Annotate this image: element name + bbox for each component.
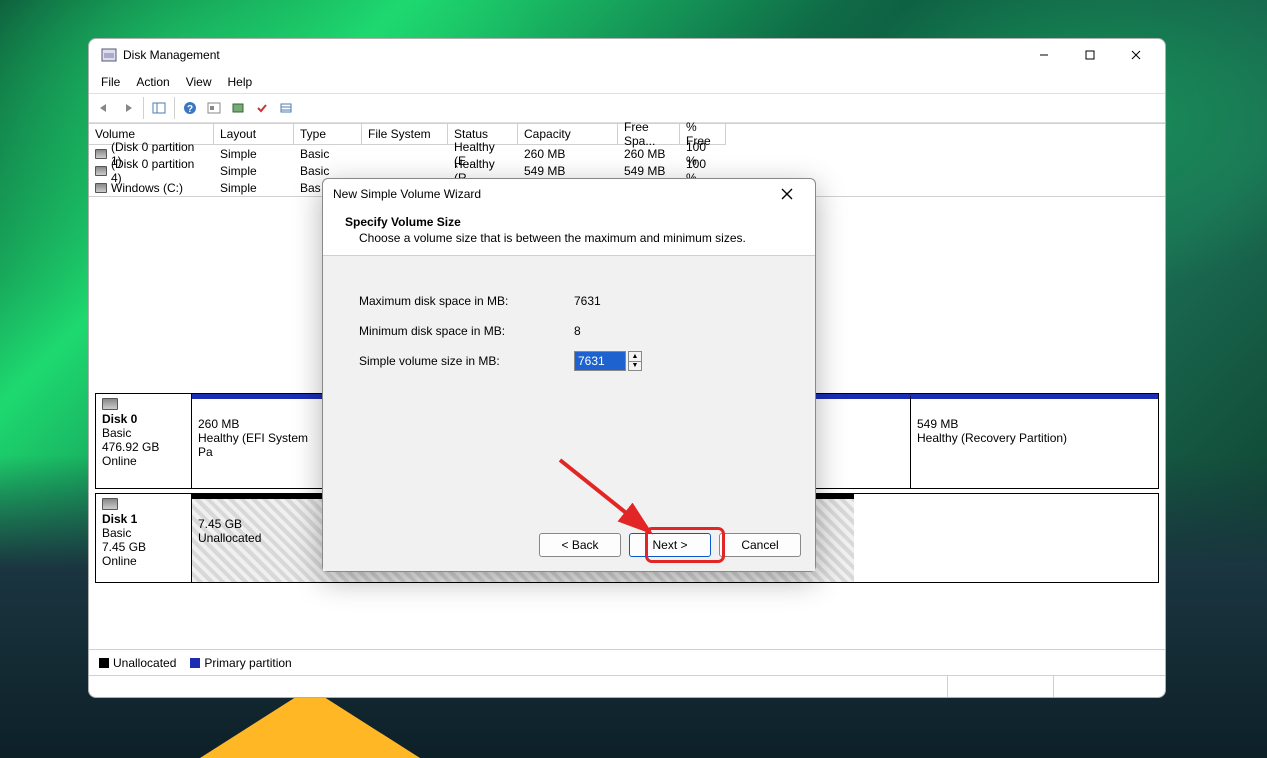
minimize-button[interactable]: [1021, 39, 1067, 71]
window-title: Disk Management: [123, 48, 1021, 62]
min-space-value: 8: [574, 324, 581, 338]
menu-help[interactable]: Help: [222, 74, 259, 90]
col-free[interactable]: Free Spa...: [618, 124, 680, 145]
wizard-heading: Specify Volume Size: [345, 215, 461, 229]
wallpaper-tent: [200, 688, 420, 758]
legend: Unallocated Primary partition: [89, 649, 1165, 675]
wizard-banner: Specify Volume Size Choose a volume size…: [323, 209, 815, 256]
drive-icon: [95, 166, 107, 176]
menu-file[interactable]: File: [95, 74, 126, 90]
disk-icon: [102, 498, 118, 510]
check-icon[interactable]: [251, 97, 273, 119]
volume-size-label: Simple volume size in MB:: [359, 354, 574, 368]
volume-size-input[interactable]: [574, 351, 626, 371]
wizard-subtitle: Choose a volume size that is between the…: [359, 231, 793, 245]
help-icon[interactable]: ?: [179, 97, 201, 119]
table-row[interactable]: (Disk 0 partition 1) Simple Basic Health…: [89, 145, 1165, 162]
wizard-close-button[interactable]: [769, 179, 805, 209]
disk1-label[interactable]: Disk 1 Basic 7.45 GB Online: [96, 494, 192, 582]
svg-text:?: ?: [187, 104, 193, 115]
close-button[interactable]: [1113, 39, 1159, 71]
min-space-label: Minimum disk space in MB:: [359, 324, 574, 338]
titlebar[interactable]: Disk Management: [89, 39, 1165, 71]
col-fs[interactable]: File System: [362, 124, 448, 145]
max-space-value: 7631: [574, 294, 601, 308]
wizard-title: New Simple Volume Wizard: [333, 187, 769, 201]
cancel-button[interactable]: Cancel: [719, 533, 801, 557]
disk0-partition4[interactable]: 549 MB Healthy (Recovery Partition): [910, 394, 1158, 488]
back-icon[interactable]: [93, 97, 115, 119]
new-simple-volume-wizard: New Simple Volume Wizard Specify Volume …: [322, 178, 816, 572]
disk0-partition1[interactable]: 260 MB Healthy (EFI System Pa: [192, 394, 327, 488]
drive-icon: [95, 149, 107, 159]
back-button[interactable]: < Back: [539, 533, 621, 557]
legend-primary-swatch: [190, 658, 200, 668]
disk0-label[interactable]: Disk 0 Basic 476.92 GB Online: [96, 394, 192, 488]
size-spinner[interactable]: ▲ ▼: [628, 351, 642, 371]
toolbar: ?: [89, 93, 1165, 123]
legend-unallocated-swatch: [99, 658, 109, 668]
list-icon[interactable]: [275, 97, 297, 119]
table-header: Volume Layout Type File System Status Ca…: [89, 124, 1165, 145]
forward-icon[interactable]: [117, 97, 139, 119]
statusbar: [89, 675, 1165, 697]
spinner-down-icon[interactable]: ▼: [629, 362, 641, 371]
spinner-up-icon[interactable]: ▲: [629, 352, 641, 362]
app-icon: [101, 47, 117, 63]
show-hide-icon[interactable]: [148, 97, 170, 119]
menubar: File Action View Help: [89, 71, 1165, 93]
col-type[interactable]: Type: [294, 124, 362, 145]
col-capacity[interactable]: Capacity: [518, 124, 618, 145]
menu-view[interactable]: View: [180, 74, 218, 90]
refresh-icon[interactable]: [203, 97, 225, 119]
menu-action[interactable]: Action: [130, 74, 175, 90]
maximize-button[interactable]: [1067, 39, 1113, 71]
properties-icon[interactable]: [227, 97, 249, 119]
col-layout[interactable]: Layout: [214, 124, 294, 145]
max-space-label: Maximum disk space in MB:: [359, 294, 574, 308]
disk-icon: [102, 398, 118, 410]
next-button[interactable]: Next >: [629, 533, 711, 557]
drive-icon: [95, 183, 107, 193]
table-row[interactable]: (Disk 0 partition 4) Simple Basic Health…: [89, 162, 1165, 179]
